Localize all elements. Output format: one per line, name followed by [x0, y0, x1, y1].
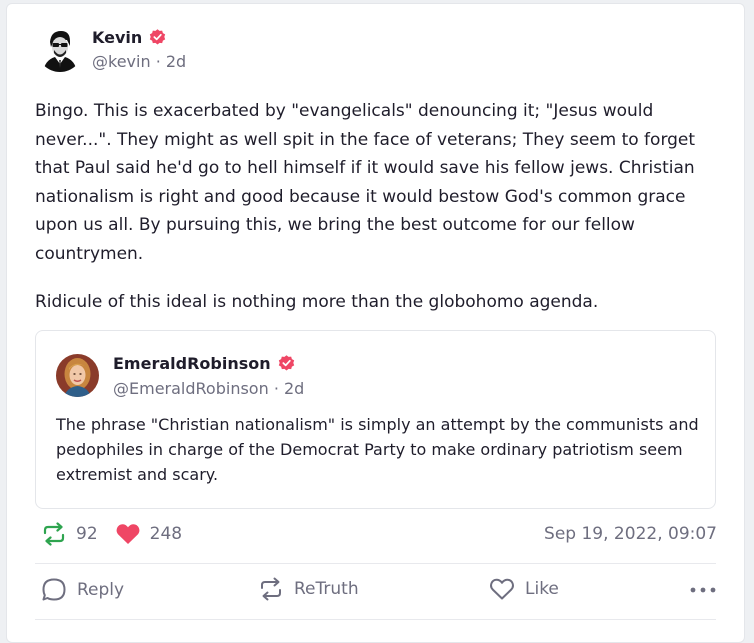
verified-badge-icon	[150, 29, 166, 45]
more-options-button[interactable]	[689, 577, 727, 603]
retruth-icon	[261, 577, 281, 601]
divider	[35, 619, 716, 620]
retruth-label: ReTruth	[294, 579, 359, 599]
heart-icon	[490, 578, 514, 600]
like-label: Like	[525, 579, 559, 599]
author-avatar[interactable]	[37, 26, 83, 72]
author-handle[interactable]: @kevin	[92, 52, 151, 71]
retruth-icon	[43, 522, 65, 546]
reply-icon	[42, 578, 66, 601]
post-body: Bingo. This is exacerbated by "evangelic…	[35, 97, 725, 317]
quoted-name-row: EmeraldRobinson	[113, 354, 304, 373]
post-card: Kevin @kevin · 2d Bingo. This is exacerb…	[6, 3, 745, 643]
author-name-row: Kevin	[92, 28, 186, 47]
post-age: · 2d	[155, 52, 187, 71]
action-bar: Reply ReTruth Like	[41, 577, 717, 617]
quoted-author: EmeraldRobinson @EmeraldRobinson · 2d	[56, 354, 304, 398]
author-handle-row: @kevin · 2d	[92, 52, 186, 71]
author-names: Kevin @kevin · 2d	[92, 28, 186, 71]
post-paragraph: Ridicule of this ideal is nothing more t…	[35, 292, 599, 312]
quoted-post-text: The phrase "Christian nationalism" is si…	[56, 415, 699, 484]
like-button[interactable]: Like	[489, 577, 559, 601]
post-stats: 92 248 Sep 19, 2022, 09:07	[41, 522, 717, 546]
post-paragraph: Bingo. This is exacerbated by "evangelic…	[35, 101, 696, 264]
reply-label: Reply	[77, 580, 125, 600]
like-count-value: 248	[149, 524, 183, 544]
more-icon	[690, 587, 716, 593]
reply-button[interactable]: Reply	[41, 577, 124, 603]
quoted-author-handle[interactable]: @EmeraldRobinson	[113, 379, 269, 398]
post-author: Kevin @kevin · 2d	[37, 26, 186, 72]
quoted-post-age: · 2d	[273, 379, 305, 398]
divider	[35, 563, 716, 564]
quoted-handle-row: @EmeraldRobinson · 2d	[113, 379, 304, 398]
retruth-count[interactable]: 92	[41, 522, 98, 546]
retruth-button[interactable]: ReTruth	[258, 577, 359, 601]
quoted-author-names: EmeraldRobinson @EmeraldRobinson · 2d	[113, 354, 304, 398]
quoted-post[interactable]: EmeraldRobinson @EmeraldRobinson · 2d Th…	[35, 330, 716, 509]
author-name[interactable]: Kevin	[92, 28, 142, 47]
quoted-author-name[interactable]: EmeraldRobinson	[113, 354, 271, 373]
verified-badge-icon	[278, 355, 294, 371]
like-count[interactable]: 248	[115, 522, 182, 546]
heart-icon	[116, 524, 140, 544]
quoted-author-avatar[interactable]	[56, 354, 99, 397]
post-timestamp[interactable]: Sep 19, 2022, 09:07	[544, 524, 717, 544]
retruth-count-value: 92	[76, 524, 98, 544]
